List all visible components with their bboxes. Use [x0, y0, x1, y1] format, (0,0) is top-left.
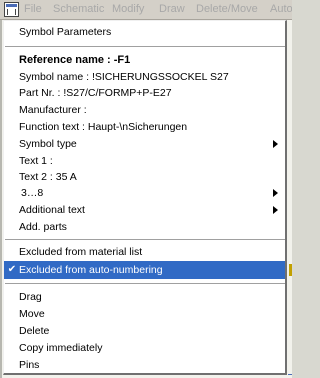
- menu-item-add-parts[interactable]: Add. parts: [4, 218, 285, 236]
- menu-item-excluded-auto-numbering[interactable]: ✔ Excluded from auto-numbering: [4, 261, 285, 279]
- menu-separator: [5, 239, 285, 241]
- menu-bar: File Schematic Modify Draw Delete/Move A…: [0, 0, 292, 20]
- menu-delete-move[interactable]: Delete/Move: [196, 3, 258, 15]
- menu-modify[interactable]: Modify: [112, 3, 144, 15]
- excluded-auto-numbering-label: Excluded from auto-numbering: [19, 264, 163, 276]
- submenu-arrow-icon: [273, 206, 278, 214]
- submenu-arrow-icon: [273, 140, 278, 148]
- menu-item-move[interactable]: Move: [4, 305, 285, 323]
- menu-file[interactable]: File: [24, 3, 42, 15]
- menu-item-function-text[interactable]: Function text : Haupt-\nSicherungen: [4, 118, 285, 136]
- menu-item-symbol-type[interactable]: Symbol type: [4, 135, 285, 153]
- menu-item-excluded-material-list[interactable]: Excluded from material list: [4, 243, 285, 261]
- check-icon: ✔: [7, 264, 17, 275]
- menu-item-additional-text[interactable]: Additional text: [4, 201, 285, 219]
- menu-item-reference-name[interactable]: Reference name : -F1: [4, 51, 285, 69]
- application-window: File Schematic Modify Draw Delete/Move A…: [0, 0, 292, 378]
- menu-item-manufacturer[interactable]: Manufacturer :: [4, 101, 285, 119]
- menu-auto[interactable]: Auto: [270, 3, 292, 15]
- menu-item-symbol-parameters[interactable]: Symbol Parameters: [4, 23, 285, 41]
- menu-item-drag[interactable]: Drag: [4, 288, 285, 306]
- app-window-icon[interactable]: [4, 2, 19, 17]
- text-3-8-label: 3…8: [21, 187, 44, 199]
- menu-item-pins[interactable]: Pins: [4, 356, 285, 373]
- menu-item-text-3-8[interactable]: 3…8: [4, 184, 285, 202]
- schematic-marker: [289, 264, 292, 276]
- menu-draw[interactable]: Draw: [159, 3, 185, 15]
- menu-item-part-number[interactable]: Part Nr. : !S27/C/FORMP+P-E27: [4, 84, 285, 102]
- menu-separator: [5, 283, 285, 285]
- menu-item-copy-immediately[interactable]: Copy immediately: [4, 339, 285, 357]
- menu-separator: [5, 46, 285, 48]
- menu-schematic[interactable]: Schematic: [53, 3, 104, 15]
- menu-item-delete[interactable]: Delete: [4, 322, 285, 340]
- schematic-line: [288, 374, 292, 375]
- symbol-context-menu: Symbol Parameters Reference name : -F1 S…: [3, 20, 287, 375]
- additional-text-label: Additional text: [19, 204, 85, 216]
- symbol-type-label: Symbol type: [19, 138, 77, 150]
- submenu-arrow-icon: [273, 189, 278, 197]
